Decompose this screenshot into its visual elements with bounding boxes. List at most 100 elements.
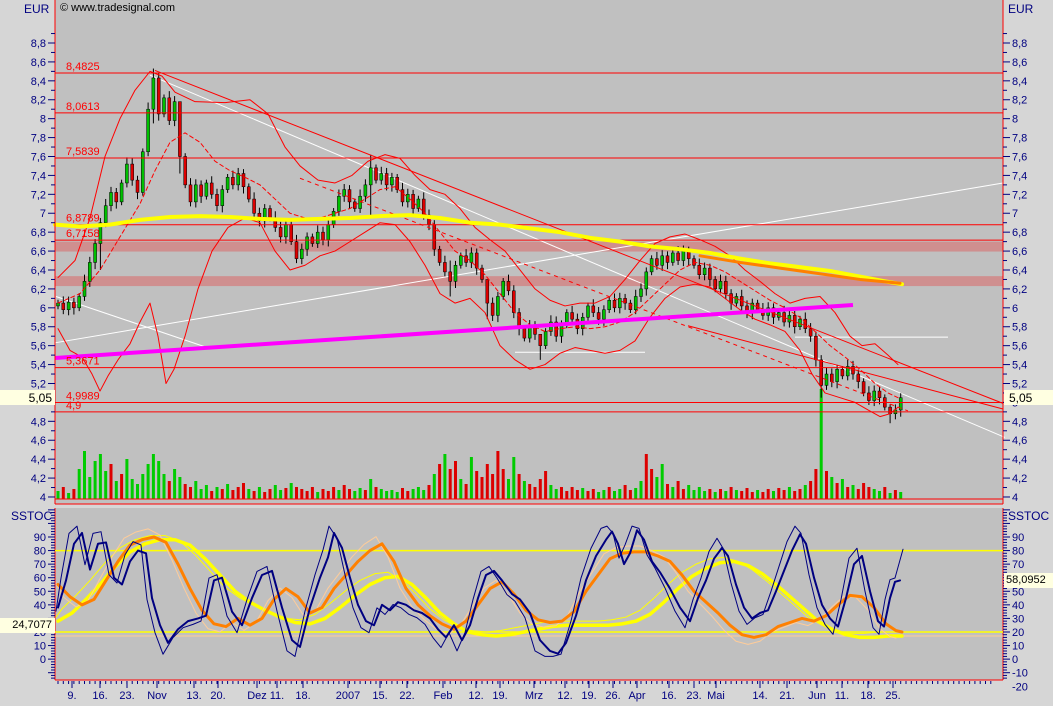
- date-label: 26.: [605, 690, 620, 702]
- date-label: 11.: [270, 690, 284, 702]
- stoch-tick-label-right: 50: [1012, 586, 1024, 598]
- price-tick-label-left: 6,6: [31, 246, 46, 258]
- date-label: 22.: [399, 690, 414, 702]
- price-tick-label-right: 7,4: [1012, 170, 1027, 182]
- date-label: 12.: [557, 690, 572, 702]
- current-price-marker-right: 5,05: [1004, 390, 1053, 405]
- date-label: 2007: [336, 690, 360, 702]
- date-label: 21.: [779, 690, 794, 702]
- price-tick-label-right: 6,8: [1012, 227, 1027, 239]
- price-tick-label-left: 6,4: [31, 265, 46, 277]
- price-tick-label-right: 4,4: [1012, 454, 1027, 466]
- indicator-axis-label-left: SSTOC: [11, 509, 53, 523]
- stoch-tick-label-left: 0: [40, 654, 46, 666]
- date-label: 23.: [119, 690, 134, 702]
- price-tick-label-left: 6,2: [31, 284, 46, 296]
- stoch-tick-label-left: 90: [34, 532, 46, 544]
- price-tick-label-left: 6,8: [31, 227, 46, 239]
- price-tick-label-left: 5,8: [31, 322, 46, 334]
- price-tick-label-right: 7: [1012, 208, 1018, 220]
- stoch-tick-label-right: -10: [1012, 668, 1028, 680]
- stoch-tick-label-right: -20: [1012, 681, 1028, 693]
- price-tick-label-left: 7,4: [31, 170, 46, 182]
- stoch-value-marker-left: 24,7077: [0, 618, 55, 633]
- price-tick-label-right: 6: [1012, 303, 1018, 315]
- price-tick-label-left: 7,8: [31, 133, 46, 145]
- stoch-tick-label-left: 10: [34, 641, 46, 653]
- price-tick-label-right: 7,2: [1012, 189, 1027, 201]
- price-tick-label-right: 6,6: [1012, 246, 1027, 258]
- date-label: 12.: [468, 690, 483, 702]
- price-tick-label-left: 8,4: [31, 76, 46, 88]
- stoch-tick-label-right: 70: [1012, 559, 1024, 571]
- price-tick-label-left: 4,2: [31, 473, 46, 485]
- price-tick-label-right: 5,2: [1012, 378, 1027, 390]
- stoch-tick-label-right: 40: [1012, 600, 1024, 612]
- date-label: Apr: [628, 690, 645, 702]
- stoch-tick-label-right: 90: [1012, 532, 1024, 544]
- price-tick-label-left: 8,8: [31, 38, 46, 50]
- date-label: 19.: [581, 690, 596, 702]
- price-tick-label-left: 5,6: [31, 341, 46, 353]
- indicator-axis-label-right: SSTOC: [1008, 509, 1050, 523]
- date-label: 11.: [835, 690, 849, 702]
- price-tick-label-left: 5,4: [31, 360, 46, 372]
- price-tick-label-right: 7,6: [1012, 151, 1027, 163]
- price-tick-label-right: 8,6: [1012, 57, 1027, 69]
- stoch-tick-label-left: 70: [34, 559, 46, 571]
- currency-axis-label-right: EUR: [1008, 2, 1034, 16]
- current-price-marker-left: 5,05: [0, 390, 55, 405]
- date-label: Feb: [434, 690, 453, 702]
- price-tick-label-left: 7: [40, 208, 46, 220]
- date-label: Dez: [247, 690, 267, 702]
- price-tick-label-right: 4,8: [1012, 416, 1027, 428]
- price-tick-label-right: 5,8: [1012, 322, 1027, 334]
- price-tick-label-left: 5,2: [31, 378, 46, 390]
- date-label: 25.: [885, 690, 900, 702]
- date-label: Jun: [808, 690, 826, 702]
- stoch-tick-label-left: 80: [34, 546, 46, 558]
- copyright-watermark: © www.tradesignal.com: [60, 2, 176, 14]
- stoch-tick-label-left: 40: [34, 600, 46, 612]
- stoch-tick-label-right: 0: [1012, 654, 1018, 666]
- stoch-tick-label-right: 20: [1012, 627, 1024, 639]
- price-tick-label-right: 6,2: [1012, 284, 1027, 296]
- date-label: 16.: [661, 690, 676, 702]
- date-label: 14.: [752, 690, 767, 702]
- date-label: Mai: [707, 690, 725, 702]
- date-label: 9.: [67, 690, 76, 702]
- currency-axis-label-left: EUR: [24, 2, 50, 16]
- date-label: 18.: [860, 690, 875, 702]
- date-label: 16.: [92, 690, 107, 702]
- price-tick-label-left: 4,8: [31, 416, 46, 428]
- price-tick-label-left: 6: [40, 303, 46, 315]
- stoch-tick-label-right: 30: [1012, 613, 1024, 625]
- stoch-tick-label-left: 60: [34, 573, 46, 585]
- date-label: 20.: [210, 690, 225, 702]
- price-tick-label-right: 8,8: [1012, 38, 1027, 50]
- tradesignal-chart-window: 8,48258,06137,58396,87896,71585,36714,99…: [0, 0, 1053, 706]
- stoch-value-marker-right: 58,0952: [1004, 573, 1053, 588]
- date-label: 15.: [372, 690, 387, 702]
- stoch-tick-label-left: 50: [34, 586, 46, 598]
- date-label: Nov: [147, 690, 167, 702]
- price-tick-label-right: 7,8: [1012, 133, 1027, 145]
- date-label: 19.: [492, 690, 507, 702]
- date-label: 18.: [295, 690, 310, 702]
- date-label: 23.: [686, 690, 701, 702]
- chart-canvas: 8,48258,06137,58396,87896,71585,36714,99…: [0, 0, 1053, 706]
- price-tick-label-right: 8,4: [1012, 76, 1027, 88]
- price-plot-area[interactable]: [55, 0, 1003, 504]
- price-tick-label-left: 4,6: [31, 435, 46, 447]
- stoch-tick-label-right: 10: [1012, 641, 1024, 653]
- price-tick-label-left: 7,6: [31, 151, 46, 163]
- stoch-plot-area[interactable]: [55, 508, 1003, 680]
- price-tick-label-right: 4,2: [1012, 473, 1027, 485]
- date-label: 13.: [186, 690, 201, 702]
- price-tick-label-left: 4: [40, 492, 46, 504]
- price-tick-label-right: 5,6: [1012, 341, 1027, 353]
- price-tick-label-right: 8: [1012, 114, 1018, 126]
- price-tick-label-left: 7,2: [31, 189, 46, 201]
- price-tick-label-left: 8,6: [31, 57, 46, 69]
- price-tick-label-right: 8,2: [1012, 95, 1027, 107]
